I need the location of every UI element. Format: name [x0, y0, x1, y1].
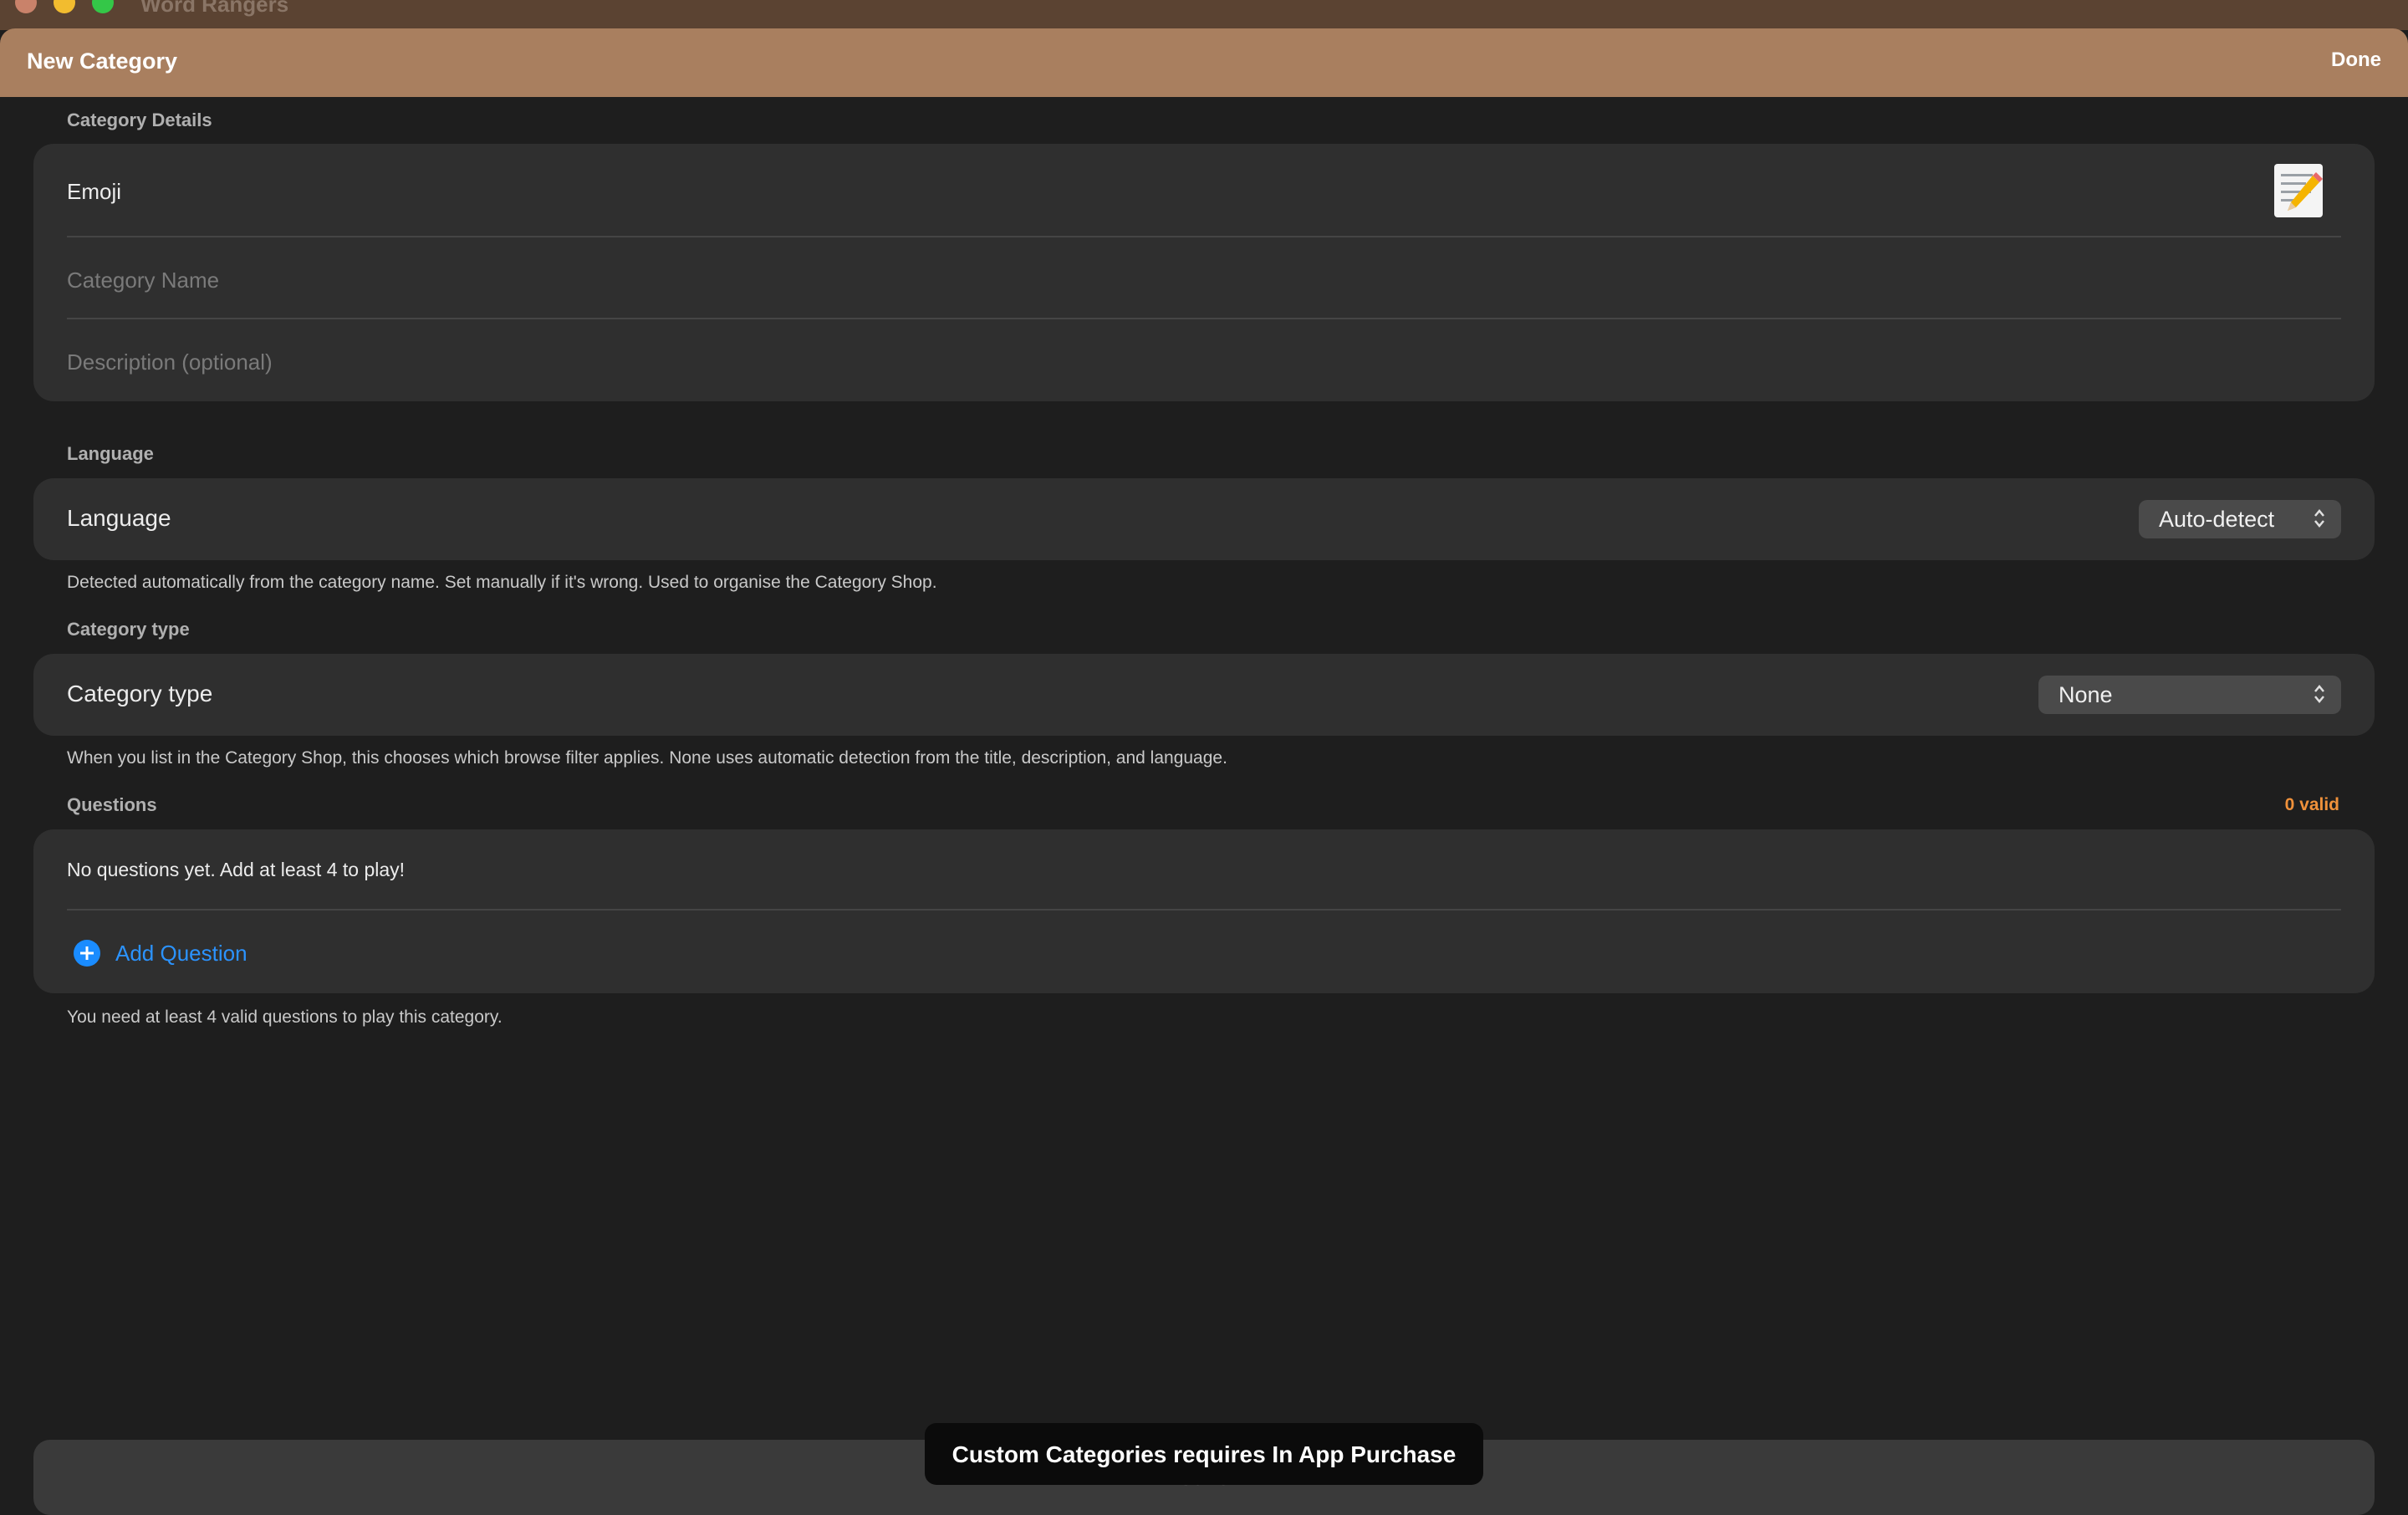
zoom-window-button[interactable] [92, 0, 114, 13]
category-type-row-label: Category type [67, 681, 213, 706]
background-window-titlebar: Word Rangers [0, 0, 2408, 30]
chevron-up-down-icon [2314, 509, 2324, 528]
add-question-button[interactable]: Add Question [74, 936, 247, 970]
app-window: Word Rangers New Category Done Category … [0, 0, 2408, 1515]
category-details-card: Emoji Category Name Description (optiona… [33, 144, 2375, 401]
category-type-select[interactable]: None [2038, 676, 2341, 714]
background-window-title: Word Rangers [140, 0, 289, 17]
plus-circle-icon [74, 940, 100, 967]
language-select[interactable]: Auto-detect [2139, 500, 2341, 538]
description-field[interactable]: Description (optional) [67, 349, 273, 375]
questions-footnote: You need at least 4 valid questions to p… [67, 1007, 503, 1027]
add-question-label: Add Question [115, 940, 247, 966]
close-window-button[interactable] [15, 0, 37, 13]
memo-icon[interactable] [2274, 164, 2323, 217]
minimize-window-button[interactable] [54, 0, 75, 13]
category-type-select-value: None [2059, 682, 2113, 707]
language-select-value: Auto-detect [2159, 507, 2275, 532]
section-label-language: Language [67, 443, 154, 464]
purchase-required-toast: Custom Categories requires In App Purcha… [925, 1423, 1483, 1485]
language-row-label: Language [67, 505, 171, 531]
done-button[interactable]: Done [2331, 48, 2381, 72]
category-name-field[interactable]: Category Name [67, 268, 219, 293]
language-footnote: Detected automatically from the category… [67, 573, 937, 592]
emoji-label: Emoji [67, 179, 122, 204]
page-title: New Category [27, 48, 178, 74]
empty-questions-message: No questions yet. Add at least 4 to play… [67, 859, 406, 880]
toast-message: Custom Categories requires In App Purcha… [951, 1441, 1457, 1467]
category-type-card: Category type None [33, 654, 2375, 736]
section-label-category-details: Category Details [67, 110, 212, 130]
sheet-header: New Category Done [0, 28, 2408, 97]
section-label-category-type: Category type [67, 619, 190, 640]
language-card: Language Auto-detect [33, 478, 2375, 560]
valid-count-badge: 0 valid [2284, 795, 2339, 814]
category-type-footnote: When you list in the Category Shop, this… [67, 748, 1227, 768]
chevron-up-down-icon [2314, 685, 2324, 703]
section-label-questions: Questions [67, 794, 157, 815]
questions-card: No questions yet. Add at least 4 to play… [33, 829, 2375, 993]
